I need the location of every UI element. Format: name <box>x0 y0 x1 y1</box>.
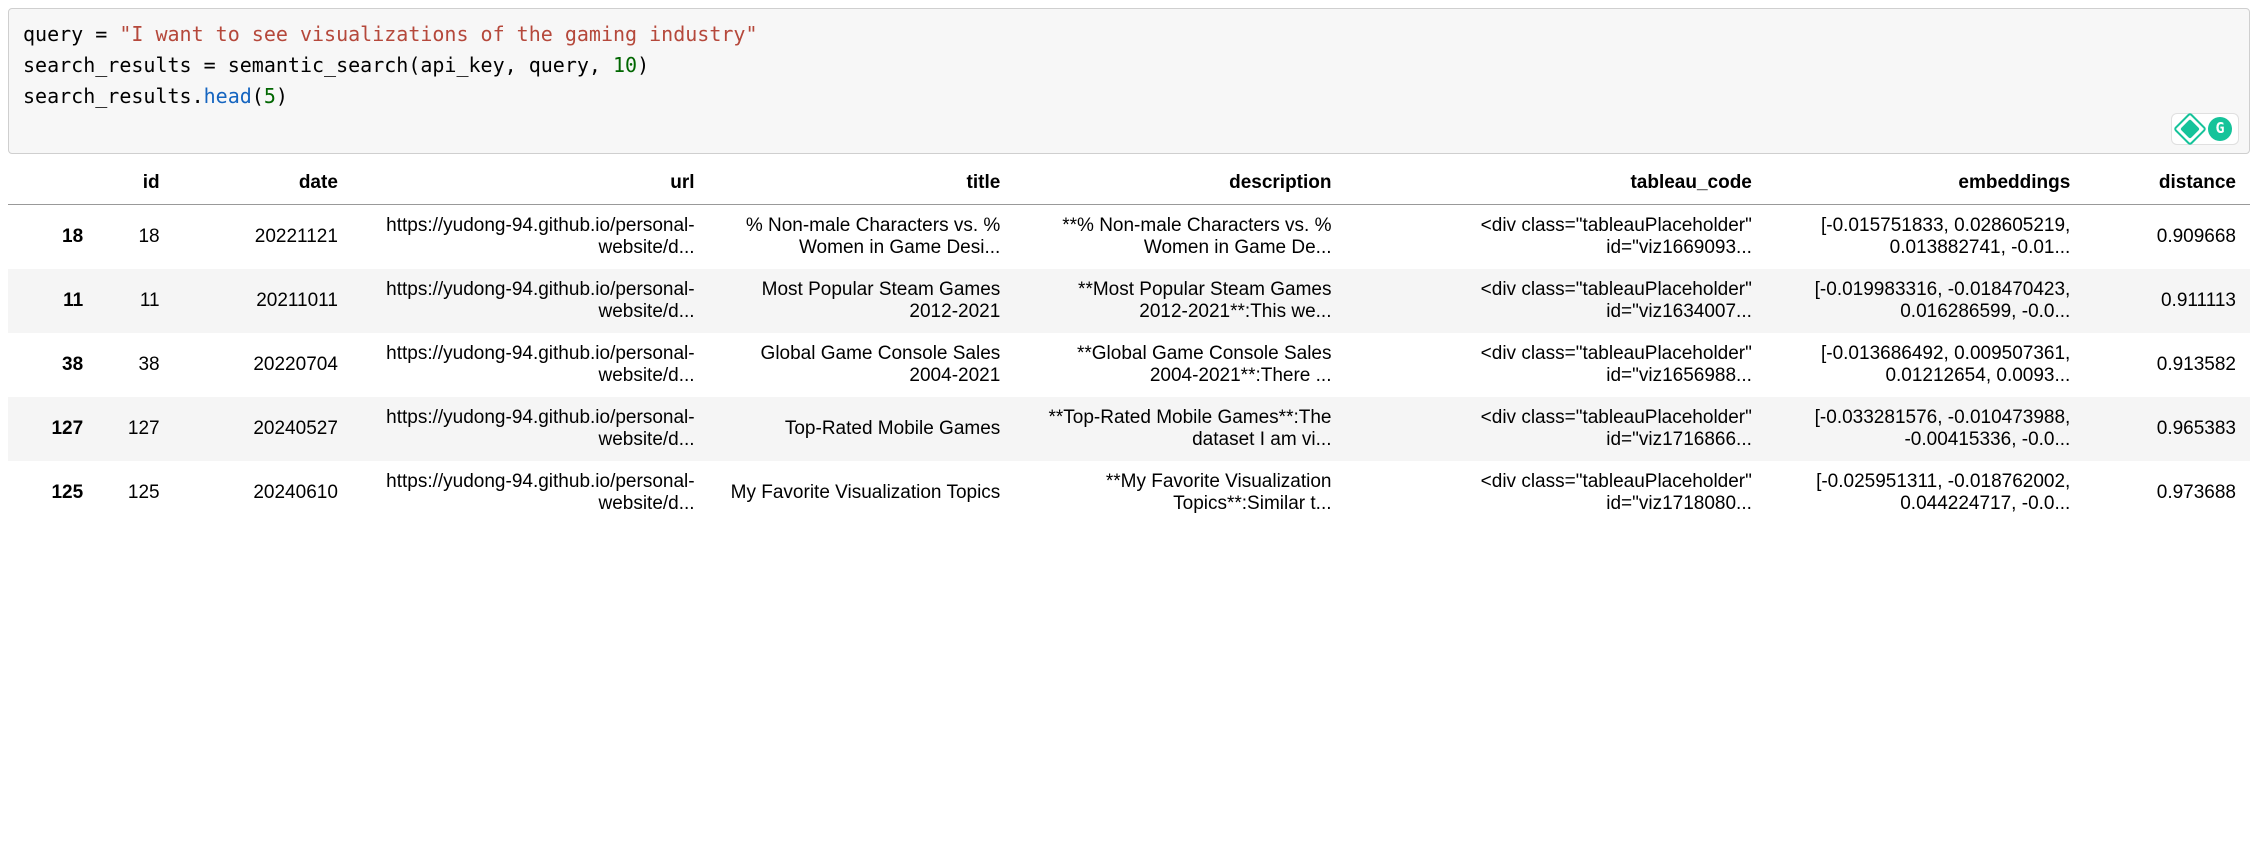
cell-tableau_code: <div class="tableauPlaceholder" id="viz1… <box>1346 269 1766 333</box>
cell-description: **My Favorite Visualization Topics**:Sim… <box>1014 461 1345 525</box>
cell-title: % Non-male Characters vs. % Women in Gam… <box>709 205 1015 270</box>
cell-id: 127 <box>97 397 173 461</box>
header-row: id date url title description tableau_co… <box>8 162 2250 205</box>
cell-embeddings: [-0.019983316, -0.018470423, 0.016286599… <box>1766 269 2084 333</box>
code-input-cell[interactable]: query = "I want to see visualizations of… <box>8 8 2250 154</box>
cell-tableau_code: <div class="tableauPlaceholder" id="viz1… <box>1346 333 1766 397</box>
cell-id: 38 <box>97 333 173 397</box>
cell-id: 18 <box>97 205 173 270</box>
table-row: 12712720240527https://yudong-94.github.i… <box>8 397 2250 461</box>
dataframe-output: id date url title description tableau_co… <box>8 162 2250 525</box>
row-index: 18 <box>8 205 97 270</box>
cell-distance: 0.965383 <box>2084 397 2250 461</box>
cell-distance: 0.973688 <box>2084 461 2250 525</box>
cell-date: 20240527 <box>174 397 352 461</box>
cell-distance: 0.911113 <box>2084 269 2250 333</box>
cell-embeddings: [-0.033281576, -0.010473988, -0.00415336… <box>1766 397 2084 461</box>
cell-date: 20240610 <box>174 461 352 525</box>
col-url: url <box>352 162 709 205</box>
diamond-icon[interactable] <box>2178 117 2202 141</box>
cell-distance: 0.913582 <box>2084 333 2250 397</box>
cell-id: 11 <box>97 269 173 333</box>
cell-description: **Global Game Console Sales 2004-2021**:… <box>1014 333 1345 397</box>
cell-url: https://yudong-94.github.io/personal-web… <box>352 461 709 525</box>
col-distance: distance <box>2084 162 2250 205</box>
cell-date: 20211011 <box>174 269 352 333</box>
cell-tableau_code: <div class="tableauPlaceholder" id="viz1… <box>1346 461 1766 525</box>
cell-description: **Top-Rated Mobile Games**:The dataset I… <box>1014 397 1345 461</box>
col-tableau-code: tableau_code <box>1346 162 1766 205</box>
row-index: 11 <box>8 269 97 333</box>
cell-url: https://yudong-94.github.io/personal-web… <box>352 205 709 270</box>
cell-id: 125 <box>97 461 173 525</box>
col-id: id <box>97 162 173 205</box>
table-row: 181820221121https://yudong-94.github.io/… <box>8 205 2250 270</box>
col-title: title <box>709 162 1015 205</box>
cell-title: Most Popular Steam Games 2012-2021 <box>709 269 1015 333</box>
cell-url: https://yudong-94.github.io/personal-web… <box>352 333 709 397</box>
cell-title: Global Game Console Sales 2004-2021 <box>709 333 1015 397</box>
cell-url: https://yudong-94.github.io/personal-web… <box>352 397 709 461</box>
cell-tableau_code: <div class="tableauPlaceholder" id="viz1… <box>1346 397 1766 461</box>
col-date: date <box>174 162 352 205</box>
cell-distance: 0.909668 <box>2084 205 2250 270</box>
cell-embeddings: [-0.013686492, 0.009507361, 0.01212654, … <box>1766 333 2084 397</box>
cell-date: 20221121 <box>174 205 352 270</box>
cell-date: 20220704 <box>174 333 352 397</box>
cell-embeddings: [-0.015751833, 0.028605219, 0.013882741,… <box>1766 205 2084 270</box>
cell-title: Top-Rated Mobile Games <box>709 397 1015 461</box>
table-row: 383820220704https://yudong-94.github.io/… <box>8 333 2250 397</box>
row-index: 125 <box>8 461 97 525</box>
grammarly-icon[interactable]: G <box>2208 117 2232 141</box>
browser-extension-badges: G <box>2171 113 2239 145</box>
cell-embeddings: [-0.025951311, -0.018762002, 0.044224717… <box>1766 461 2084 525</box>
cell-description: **Most Popular Steam Games 2012-2021**:T… <box>1014 269 1345 333</box>
table-row: 12512520240610https://yudong-94.github.i… <box>8 461 2250 525</box>
col-embeddings: embeddings <box>1766 162 2084 205</box>
cell-tableau_code: <div class="tableauPlaceholder" id="viz1… <box>1346 205 1766 270</box>
cell-url: https://yudong-94.github.io/personal-web… <box>352 269 709 333</box>
col-index <box>8 162 97 205</box>
table-row: 111120211011https://yudong-94.github.io/… <box>8 269 2250 333</box>
cell-description: **% Non-male Characters vs. % Women in G… <box>1014 205 1345 270</box>
cell-title: My Favorite Visualization Topics <box>709 461 1015 525</box>
row-index: 38 <box>8 333 97 397</box>
code-text: query = "I want to see visualizations of… <box>23 22 758 108</box>
row-index: 127 <box>8 397 97 461</box>
col-description: description <box>1014 162 1345 205</box>
